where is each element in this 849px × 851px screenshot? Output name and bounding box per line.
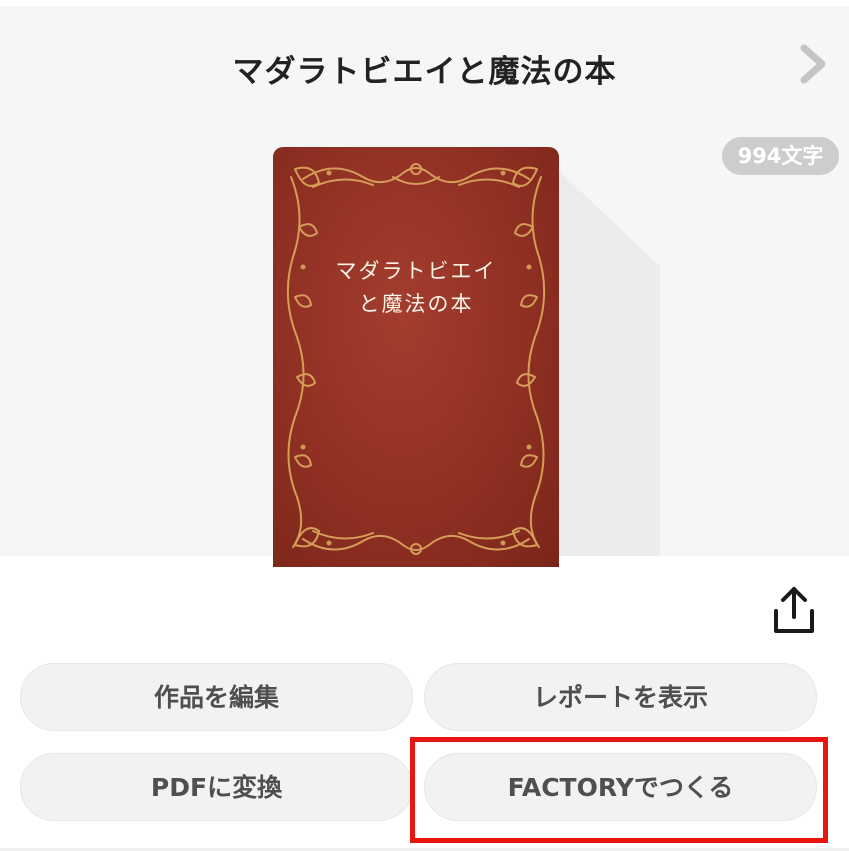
book-cover[interactable]: マダラトビエイ と魔法の本 — [273, 147, 559, 567]
edit-work-button[interactable]: 作品を編集 — [20, 663, 413, 731]
book-shadow — [556, 168, 660, 556]
cover-ornament — [286, 163, 546, 555]
highlight-box — [410, 737, 828, 843]
share-icon[interactable] — [770, 585, 818, 637]
convert-pdf-button[interactable]: PDFに変換 — [20, 753, 413, 821]
work-detail-page: マダラトビエイと魔法の本 994文字 マダラトビエイ と魔法の本 作品を編集 レ… — [0, 0, 849, 851]
char-count-badge: 994文字 — [722, 137, 839, 175]
chevron-right-icon[interactable] — [796, 42, 830, 86]
show-report-button[interactable]: レポートを表示 — [424, 663, 817, 731]
book-cover-title: マダラトビエイ と魔法の本 — [335, 259, 497, 316]
page-title: マダラトビエイと魔法の本 — [232, 54, 617, 90]
